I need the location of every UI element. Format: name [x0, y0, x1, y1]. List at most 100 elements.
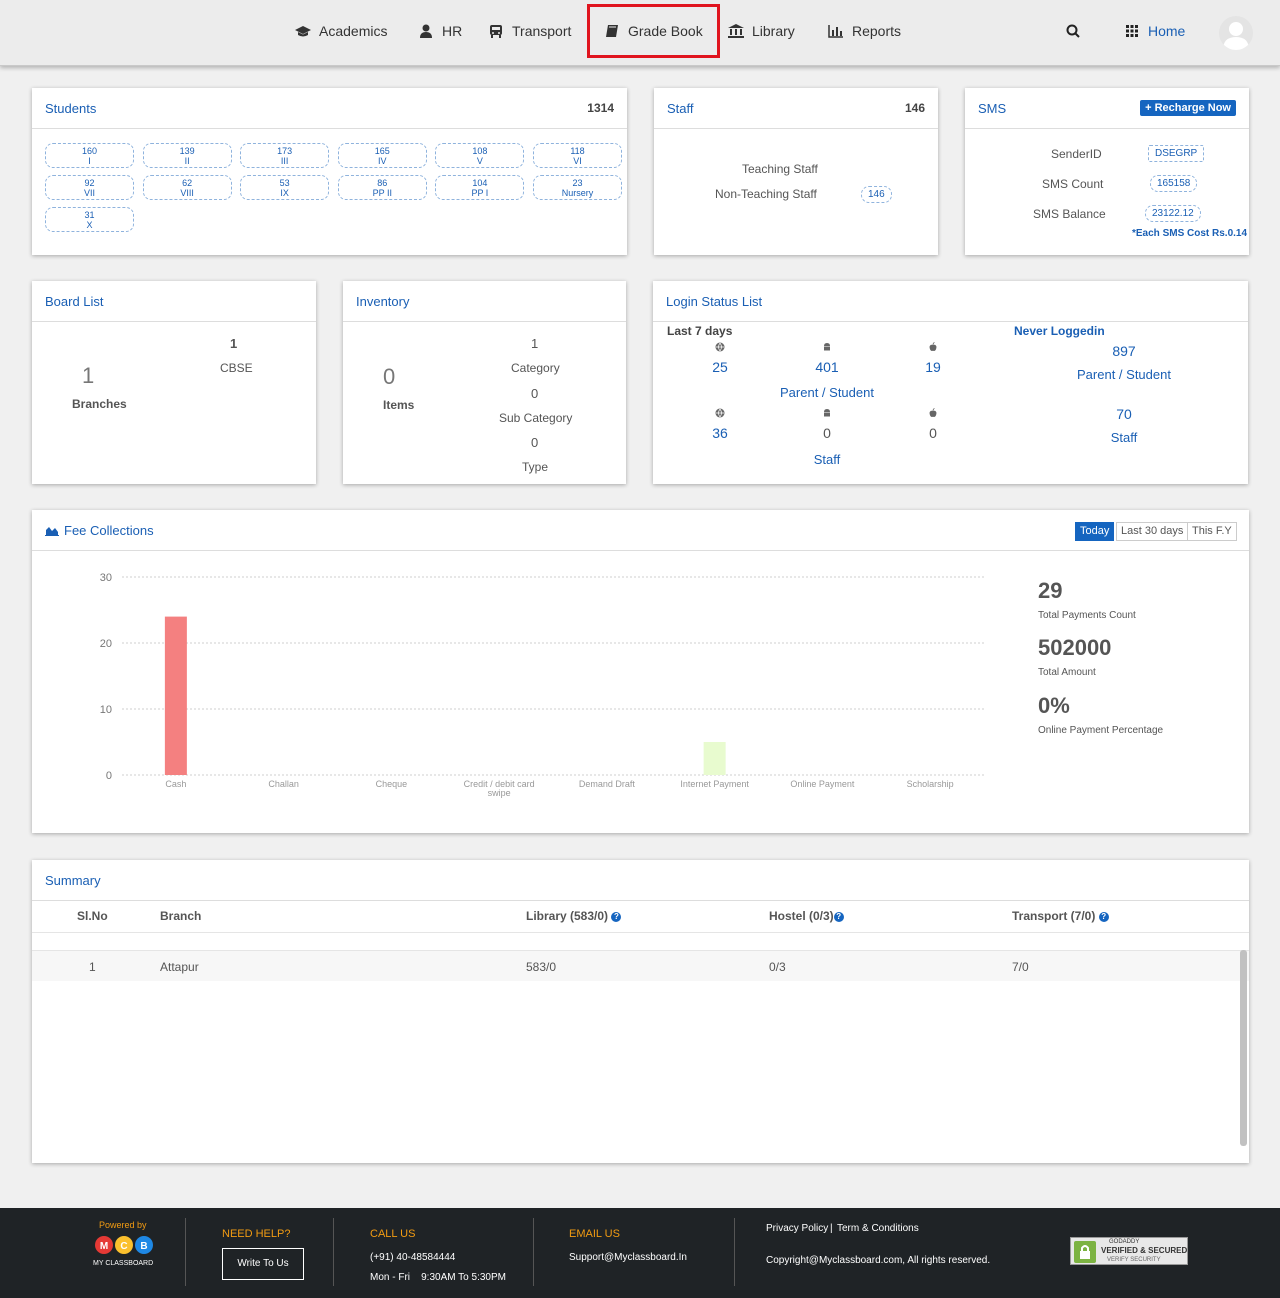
never-staff-count[interactable]: 70 [1084, 406, 1164, 422]
col-header-branch: Branch [160, 909, 202, 923]
class-name: PP I [471, 188, 489, 198]
period-this-fy-button[interactable]: This F.Y [1187, 522, 1237, 541]
avatar[interactable] [1219, 16, 1253, 50]
nav-grade-book[interactable]: Grade Book [587, 4, 720, 58]
staff-web-count[interactable]: 36 [700, 425, 740, 441]
class-count: 92 [84, 178, 95, 188]
login-status-header: Login Status List [653, 281, 1248, 322]
nav-library[interactable]: Library [728, 0, 795, 62]
class-name: V [476, 156, 483, 166]
class-pill[interactable]: 92 VII [45, 175, 134, 200]
parent-ios-count[interactable]: 19 [913, 359, 953, 375]
class-pill[interactable]: 23 Nursery [533, 175, 622, 200]
class-pill[interactable]: 31 X [45, 207, 134, 232]
x-tick-label: Internet Payment [680, 779, 749, 789]
question-circle-icon[interactable]: ? [611, 911, 622, 922]
row-slno: 1 [89, 960, 96, 974]
class-pill[interactable]: 160 I [45, 143, 134, 168]
nav-reports-label: Reports [852, 23, 902, 39]
type-count: 0 [531, 435, 539, 450]
globe-icon [715, 408, 725, 418]
bar-chart-icon [828, 25, 843, 38]
bar[interactable] [703, 742, 726, 775]
period-today-button[interactable]: Today [1075, 522, 1115, 541]
question-circle-icon[interactable]: ? [1098, 911, 1109, 922]
col-header-transport: Transport (7/0) ? [1012, 909, 1109, 923]
class-count: 160 [81, 146, 98, 156]
students-card-header: Students 1314 [32, 88, 627, 129]
period-last-30-days-button[interactable]: Last 30 days [1116, 522, 1189, 541]
nav-academics[interactable]: Academics [295, 0, 387, 62]
staff-android-count: 0 [823, 425, 831, 441]
class-pill[interactable]: 53 IX [240, 175, 330, 200]
row-branch: Attapur [160, 960, 199, 974]
sms-card-header: SMS + Recharge Now [965, 88, 1249, 129]
terms-link[interactable]: Term & Conditions [837, 1223, 919, 1234]
class-pill[interactable]: 173 III [240, 143, 330, 168]
never-parent-count[interactable]: 897 [1084, 343, 1164, 359]
summary-header: Summary [32, 860, 1249, 901]
godaddy-seal[interactable]: GODADDY VERIFIED & SECURED VERIFY SECURI… [1070, 1237, 1188, 1265]
table-row[interactable] [32, 950, 1249, 981]
subcategory-label: Sub Category [499, 411, 573, 425]
globe-icon [715, 342, 725, 352]
class-pill[interactable]: 118 VI [533, 143, 622, 168]
col-header-hostel: Hostel (0/3)? [769, 909, 844, 923]
inventory-title: Inventory [356, 293, 410, 309]
user-avatar-icon [1223, 22, 1249, 50]
privacy-policy-link[interactable]: Privacy Policy [766, 1223, 828, 1234]
graduation-cap-icon [295, 26, 311, 37]
search-button[interactable] [1066, 0, 1082, 62]
x-tick-label: swipe [488, 788, 511, 798]
nav-transport[interactable]: Transport [488, 0, 571, 62]
class-pill[interactable]: 62 VIII [142, 175, 232, 200]
bank-icon [728, 24, 744, 38]
class-count: 23 [572, 178, 583, 188]
footer-divider [734, 1218, 735, 1286]
recharge-now-button[interactable]: + Recharge Now [1140, 100, 1236, 116]
apple-icon [929, 342, 937, 351]
home-link[interactable]: Home [1124, 0, 1185, 62]
nav-hr[interactable]: HR [418, 0, 462, 62]
transport-header-text: Transport (7/0) [1012, 909, 1096, 923]
x-tick-label: Cash [165, 779, 186, 789]
class-pill[interactable]: 165 IV [337, 143, 427, 168]
mcb-logo-icon: M C B [95, 1236, 153, 1254]
class-count: 165 [374, 146, 390, 156]
parent-web-count[interactable]: 25 [700, 359, 740, 375]
call-us-heading: CALL US [370, 1228, 416, 1240]
nav-reports[interactable]: Reports [828, 0, 901, 62]
question-circle-icon[interactable]: ? [833, 911, 844, 922]
online-payment-label: Online Payment Percentage [1038, 725, 1164, 736]
never-parent-label: Parent / Student [1077, 367, 1171, 382]
items-label: Items [383, 398, 415, 412]
top-navbar: Academics HR Transport Grade Book Librar… [0, 0, 1280, 66]
nav-transport-label: Transport [512, 23, 572, 39]
col-header-library: Library (583/0) ? [526, 909, 622, 923]
table-scrollbar[interactable] [1240, 950, 1247, 1146]
login-status-title: Login Status List [666, 293, 763, 309]
write-to-us-button[interactable]: Write To Us [222, 1248, 304, 1280]
teaching-staff-label: Teaching Staff [742, 162, 818, 176]
sms-balance-label: SMS Balance [1033, 207, 1106, 221]
non-teaching-staff-count[interactable]: 146 [861, 186, 892, 203]
category-count: 1 [531, 336, 539, 351]
total-amount: 502000 [1038, 635, 1112, 660]
class-pill[interactable]: 139 II [142, 143, 232, 168]
class-pill[interactable]: 86 PP II [337, 175, 427, 200]
bar[interactable] [164, 616, 187, 775]
non-teaching-staff-label: Non-Teaching Staff [715, 187, 817, 201]
table-header-divider [32, 932, 1249, 950]
cbse-count[interactable]: 1 [230, 336, 237, 351]
recharge-label: Recharge Now [1154, 102, 1231, 114]
parent-android-count[interactable]: 401 [807, 359, 847, 375]
class-pill[interactable]: 108 V [435, 143, 525, 168]
class-pill[interactable]: 104 PP I [435, 175, 525, 200]
y-tick-label: 20 [100, 638, 112, 650]
last-7-days-label: Last 7 days [667, 324, 733, 338]
row-hostel: 0/3 [769, 960, 786, 974]
email-link[interactable]: Support@Myclassboard.In [569, 1252, 687, 1263]
class-name: X [86, 220, 93, 230]
nav-grade-book-label: Grade Book [628, 23, 703, 39]
y-tick-label: 30 [100, 572, 112, 584]
